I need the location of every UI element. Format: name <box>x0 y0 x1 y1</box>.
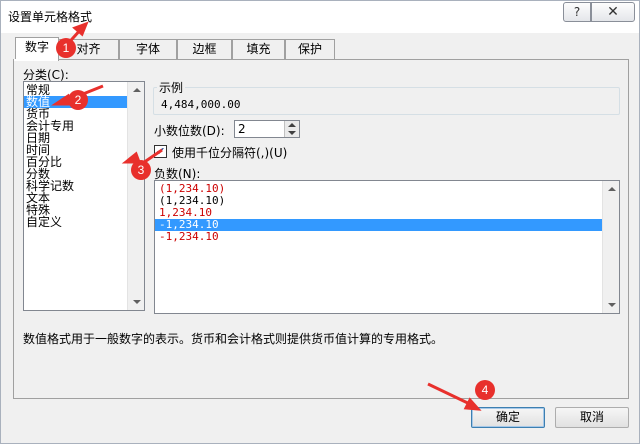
cancel-button[interactable]: 取消 <box>555 407 629 428</box>
negative-format-item[interactable]: -1,234.10 <box>155 219 619 231</box>
title-bar: 设置单元格格式 ? ✕ <box>1 1 639 33</box>
category-scrollbar[interactable] <box>127 82 144 310</box>
negative-format-item[interactable]: -1,234.10 <box>155 231 619 243</box>
annotation-marker-2: 2 <box>68 90 88 110</box>
tab-border[interactable]: 边框 <box>177 39 232 60</box>
tab-number[interactable]: 数字 <box>15 37 59 61</box>
close-icon[interactable]: ✕ <box>591 2 635 22</box>
decimal-places-value: 2 <box>238 122 246 136</box>
tab-fill[interactable]: 填充 <box>232 39 285 60</box>
tab-font[interactable]: 字体 <box>119 39 177 60</box>
help-button[interactable]: ? <box>563 2 591 22</box>
scroll-up-icon[interactable] <box>133 88 141 92</box>
scroll-down-icon[interactable] <box>608 303 616 307</box>
sample-label: 示例 <box>157 79 186 96</box>
negative-numbers-list[interactable]: (1,234.10) (1,234.10) 1,234.10 -1,234.10 -1,… <box>154 180 620 314</box>
negative-format-item[interactable]: (1,234.10) <box>155 195 619 207</box>
dialog-title: 设置单元格格式 <box>8 10 93 24</box>
spin-up-icon[interactable] <box>288 123 296 127</box>
ok-button[interactable]: 确定 <box>471 407 545 428</box>
scroll-up-icon[interactable] <box>608 187 616 191</box>
annotation-marker-3: 3 <box>131 160 151 180</box>
category-item[interactable]: 自定义 <box>24 216 144 228</box>
decimal-places-stepper[interactable] <box>284 121 299 137</box>
negative-numbers-scrollbar[interactable] <box>602 181 619 313</box>
annotation-marker-1: 1 <box>56 38 76 58</box>
active-tab-join <box>14 59 58 61</box>
decimal-places-label: 小数位数(D): <box>154 124 225 138</box>
category-list[interactable]: 常规 数值 货币 会计专用 日期 时间 百分比 分数 科学记数 文本 特殊 自定义 <box>23 81 145 311</box>
scroll-down-icon[interactable] <box>133 300 141 304</box>
thousands-separator-label: 使用千位分隔符(,)(U) <box>172 146 288 160</box>
annotation-marker-4: 4 <box>475 380 495 400</box>
thousands-separator-checkbox[interactable]: ✔ <box>154 145 167 158</box>
sample-value: 4,484,000.00 <box>161 98 241 111</box>
format-cells-dialog: 设置单元格格式 ? ✕ 数字 对齐 字体 边框 填充 保护 分类(C): 常规数… <box>0 0 640 444</box>
negative-format-item[interactable]: 1,234.10 <box>155 207 619 219</box>
format-description: 数值格式用于一般数字的表示。货币和会计格式则提供货币值计算的专用格式。 <box>23 332 444 346</box>
tab-protection[interactable]: 保护 <box>285 39 335 60</box>
spin-down-icon[interactable] <box>288 131 296 135</box>
